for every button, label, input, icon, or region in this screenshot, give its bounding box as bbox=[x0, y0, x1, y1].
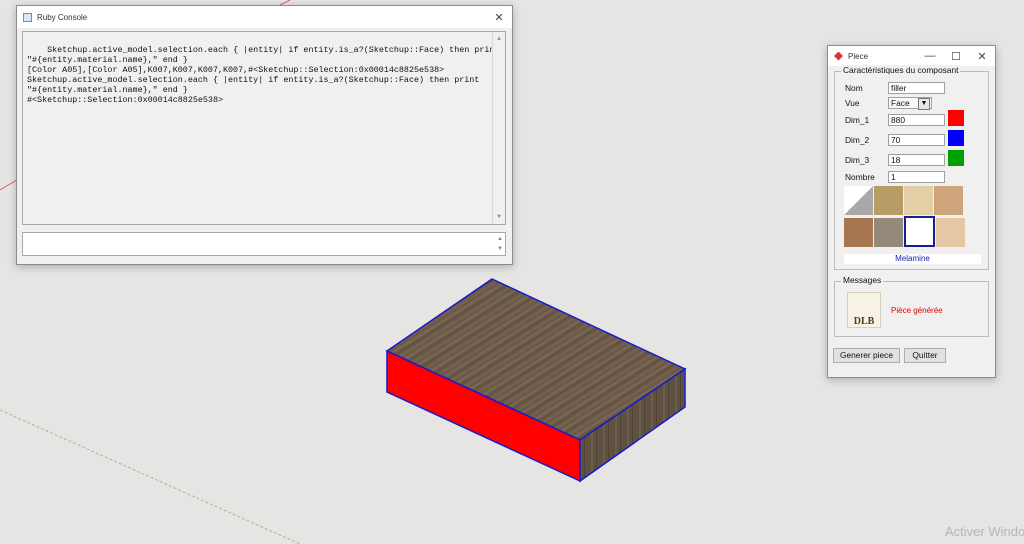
texture-oak[interactable] bbox=[874, 186, 903, 215]
messages-group: Messages DLB Pièce générée bbox=[834, 275, 989, 337]
texture-none[interactable] bbox=[844, 186, 873, 215]
component-group-title: Caractéristiques du composant bbox=[841, 65, 961, 75]
dim3-label: Dim_3 bbox=[845, 155, 870, 165]
dim1-color-swatch[interactable] bbox=[948, 110, 964, 126]
chevron-down-icon[interactable]: ▼ bbox=[918, 98, 930, 110]
texture-melamine-selected[interactable] bbox=[904, 216, 935, 247]
maximize-icon[interactable]: ☐ bbox=[943, 46, 969, 66]
quit-button[interactable]: Quitter bbox=[904, 348, 946, 363]
console-app-icon bbox=[23, 12, 32, 22]
vue-label: Vue bbox=[845, 98, 860, 108]
nombre-field[interactable]: 1 bbox=[888, 171, 945, 183]
texture-birch[interactable] bbox=[936, 218, 965, 247]
texture-maple[interactable] bbox=[904, 186, 933, 215]
material-name: Melamine bbox=[844, 254, 981, 264]
dim2-color-swatch[interactable] bbox=[948, 130, 964, 146]
piece-dialog-title: Piece bbox=[848, 51, 869, 61]
nom-field[interactable]: filler bbox=[888, 82, 945, 94]
console-input-scrollbar[interactable]: ▲ ▼ bbox=[494, 234, 506, 254]
texture-grey-oak[interactable] bbox=[874, 218, 903, 247]
console-input[interactable] bbox=[22, 232, 506, 256]
logo-text: DLB bbox=[853, 316, 875, 327]
scroll-down-icon[interactable]: ▼ bbox=[493, 212, 505, 222]
console-output-text: Sketchup.active_model.selection.each { |… bbox=[27, 45, 500, 105]
green-axis bbox=[0, 409, 301, 544]
status-message: Pièce générée bbox=[891, 306, 943, 315]
console-scrollbar[interactable]: ▲ ▼ bbox=[492, 32, 505, 224]
component-group: Caractéristiques du composant Nom filler… bbox=[834, 65, 989, 270]
messages-group-title: Messages bbox=[841, 275, 884, 285]
sketchup-icon bbox=[834, 51, 843, 61]
piece-dialog-titlebar[interactable]: Piece — ☐ ✕ bbox=[828, 46, 995, 66]
console-output[interactable]: Sketchup.active_model.selection.each { |… bbox=[22, 31, 506, 225]
ruby-console-window: Ruby Console ✕ Sketchup.active_model.sel… bbox=[16, 5, 513, 265]
dim3-color-swatch[interactable] bbox=[948, 150, 964, 166]
vue-select[interactable]: Face ▼ bbox=[888, 97, 932, 110]
ruby-console-title: Ruby Console bbox=[37, 12, 88, 22]
vue-select-value: Face bbox=[891, 98, 910, 108]
dlb-logo: DLB bbox=[847, 292, 881, 328]
activation-watermark: Activer Windo bbox=[945, 524, 1024, 539]
dim2-label: Dim_2 bbox=[845, 135, 870, 145]
dim2-field[interactable]: 70 bbox=[888, 134, 945, 146]
piece-dialog-window: Piece — ☐ ✕ Caractéristiques du composan… bbox=[827, 45, 996, 378]
scroll-up-icon[interactable]: ▲ bbox=[493, 34, 505, 44]
dim3-field[interactable]: 18 bbox=[888, 154, 945, 166]
minimize-icon[interactable]: — bbox=[917, 46, 943, 66]
close-icon[interactable]: ✕ bbox=[969, 46, 995, 66]
texture-beech[interactable] bbox=[934, 186, 963, 215]
dim1-field[interactable]: 880 bbox=[888, 114, 945, 126]
dim1-label: Dim_1 bbox=[845, 115, 870, 125]
ruby-console-titlebar[interactable]: Ruby Console ✕ bbox=[17, 6, 512, 28]
nombre-label: Nombre bbox=[845, 172, 875, 182]
texture-cherry[interactable] bbox=[844, 218, 873, 247]
generate-piece-button[interactable]: Generer piece bbox=[833, 348, 900, 363]
nom-label: Nom bbox=[845, 83, 863, 93]
close-icon[interactable]: ✕ bbox=[486, 6, 512, 28]
